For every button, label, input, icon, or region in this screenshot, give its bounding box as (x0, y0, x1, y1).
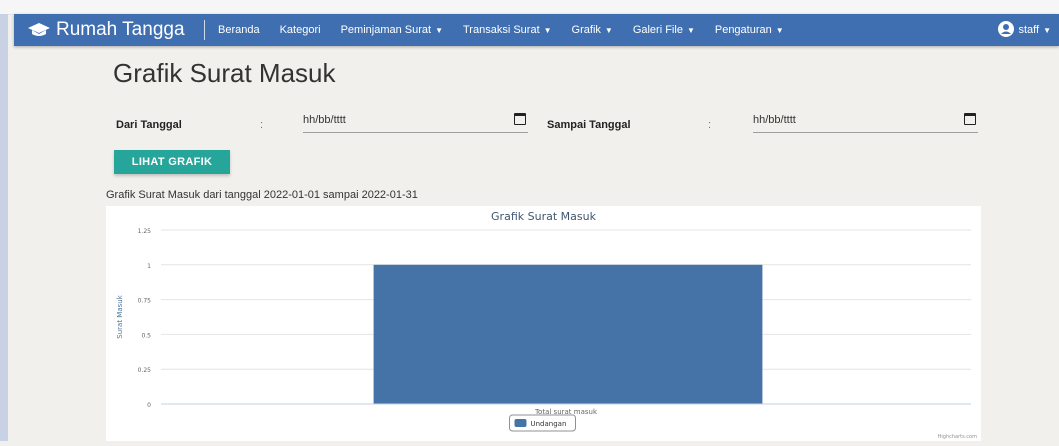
from-date-value: hh/bb/tttt (303, 114, 346, 126)
left-edge-bar (0, 14, 8, 441)
chevron-down-icon: ▼ (686, 25, 695, 35)
user-name: staff (1018, 24, 1040, 36)
nav-item-galeri-file[interactable]: Galeri File ▼ (623, 24, 705, 36)
legend-swatch (514, 419, 527, 427)
y-tick-label: 1.25 (138, 228, 152, 235)
main-content: Grafik Surat Masuk Dari Tanggal : hh/bb/… (8, 46, 1059, 441)
to-date-label: Sampai Tanggal (547, 119, 631, 131)
nav-item-label: Peminjaman Surat (340, 24, 432, 36)
chart-container: Grafik Surat Masuk 0 0.25 0.5 0.75 1 1.25 Surat… (106, 206, 981, 441)
chart-legend[interactable]: Undangan (509, 414, 576, 432)
nav-item-label: Pengaturan (714, 24, 772, 36)
page-title: Grafik Surat Masuk (113, 58, 336, 88)
to-date-input[interactable]: hh/bb/tttt (753, 110, 978, 133)
nav-item-label: Kategori (279, 24, 321, 36)
chevron-down-icon: ▼ (775, 25, 784, 35)
user-menu[interactable]: staff ▼ (998, 14, 1051, 46)
nav-item-kategori[interactable]: Kategori (270, 24, 331, 36)
to-date-value: hh/bb/tttt (753, 114, 796, 126)
chart-credits[interactable]: Highcharts.com (938, 434, 977, 440)
y-axis-title: Surat Masuk (116, 294, 124, 338)
bar-0 (373, 264, 763, 404)
calendar-icon[interactable] (964, 113, 976, 125)
graduation-cap-icon (28, 22, 50, 38)
y-tick-label: 0.25 (138, 367, 152, 374)
nav-item-label: Grafik (571, 24, 601, 36)
nav-item-label: Beranda (218, 24, 260, 36)
from-date-input[interactable]: hh/bb/tttt (303, 110, 528, 133)
navbar-divider (204, 20, 205, 40)
user-circle-icon (998, 20, 1015, 40)
nav-item-transaksi-surat[interactable]: Transaksi Surat ▼ (453, 24, 562, 36)
chevron-down-icon: ▼ (435, 25, 443, 35)
chevron-down-icon: ▼ (1043, 25, 1051, 35)
from-date-colon: : (260, 119, 264, 131)
to-date-colon: : (708, 119, 712, 131)
nav-item-label: Transaksi Surat (463, 24, 540, 36)
nav-item-peminjaman-surat[interactable]: Peminjaman Surat ▼ (331, 24, 453, 36)
calendar-icon[interactable] (514, 113, 526, 125)
nav-item-beranda[interactable]: Beranda (208, 24, 270, 36)
chart-title: Grafik Surat Masuk (491, 210, 597, 223)
brand[interactable]: Rumah Tangga (28, 14, 185, 46)
nav-item-grafik[interactable]: Grafik ▼ (562, 24, 623, 36)
view-chart-button[interactable]: LIHAT GRAFIK (114, 150, 230, 174)
y-tick-label: 0.75 (138, 298, 152, 305)
y-tick-label: 0 (147, 402, 151, 409)
chevron-down-icon: ▼ (543, 25, 552, 35)
legend-label: Undangan (531, 420, 567, 428)
navbar: Rumah Tangga Beranda Kategori Peminjaman S… (14, 14, 1059, 46)
nav-item-pengaturan[interactable]: Pengaturan ▼ (705, 24, 794, 36)
bar-chart: Grafik Surat Masuk 0 0.25 0.5 0.75 1 1.25 Surat… (116, 210, 977, 440)
chart-caption: Grafik Surat Masuk dari tanggal 2022-01-… (106, 189, 418, 201)
browser-top-strip (0, 0, 1059, 15)
y-tick-label: 0.5 (141, 332, 151, 339)
brand-name: Rumah Tangga (56, 19, 185, 40)
nav-menu: Beranda Kategori Peminjaman Surat ▼ Transaks… (208, 14, 794, 46)
nav-item-label: Galeri File (632, 24, 683, 36)
from-date-label: Dari Tanggal (116, 119, 182, 131)
y-tick-label: 1 (147, 263, 151, 270)
chevron-down-icon: ▼ (604, 25, 613, 35)
